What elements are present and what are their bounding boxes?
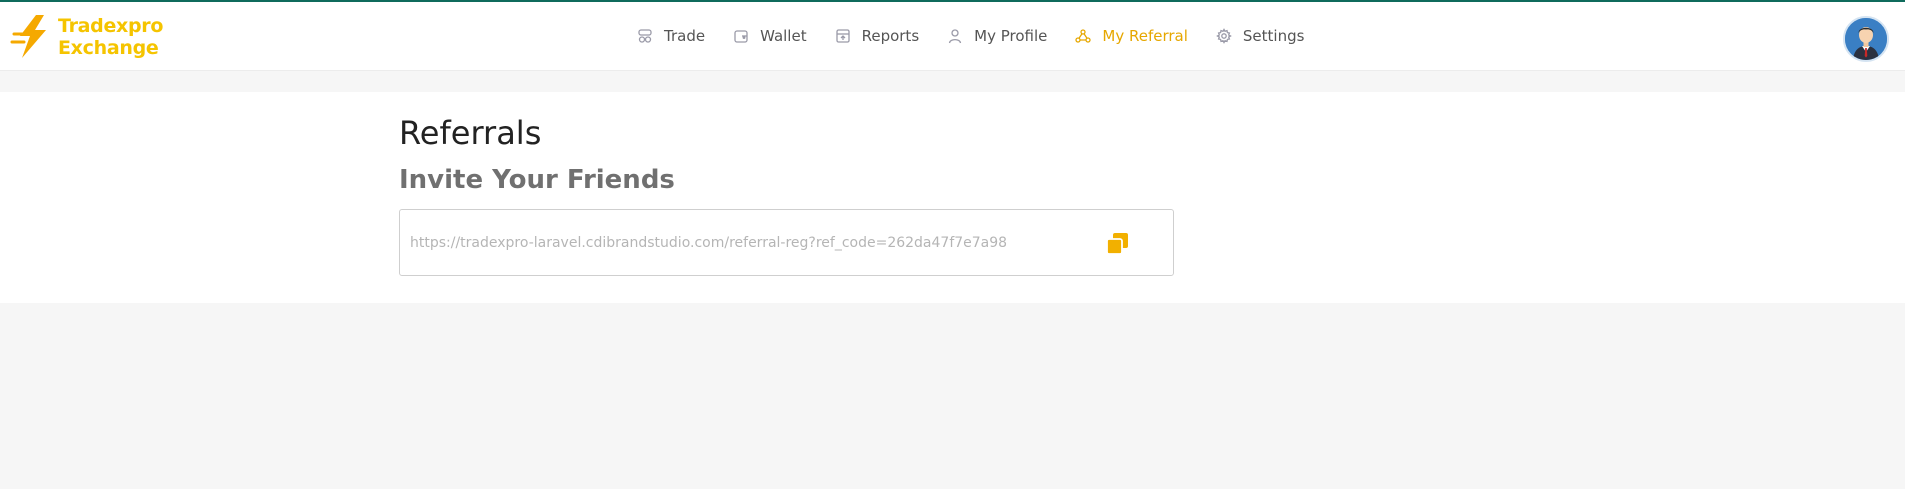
trade-icon: [636, 27, 654, 45]
user-icon: [946, 27, 964, 45]
nav-item-my-profile[interactable]: My Profile: [946, 27, 1047, 45]
nav-label-my-referral: My Referral: [1102, 27, 1188, 45]
nav-item-settings[interactable]: Settings: [1215, 27, 1305, 45]
reports-icon: [834, 27, 852, 45]
nav-label-reports: Reports: [861, 27, 920, 45]
referral-link-box: [399, 209, 1174, 276]
page-title: Referrals: [399, 114, 542, 152]
top-navbar: Tradexpro Exchange Trade Wallet Reports …: [0, 2, 1905, 71]
nav-label-my-profile: My Profile: [974, 27, 1048, 45]
wallet-icon: [732, 27, 750, 45]
nav-label-wallet: Wallet: [760, 27, 807, 45]
copy-link-button[interactable]: [1106, 232, 1130, 256]
main-menu: Trade Wallet Reports My Profile My Refer…: [636, 2, 1331, 70]
brand-logo[interactable]: Tradexpro Exchange: [10, 12, 163, 62]
nav-label-trade: Trade: [664, 27, 706, 45]
gear-icon: [1215, 27, 1233, 45]
referrals-panel: Referrals Invite Your Friends: [0, 92, 1905, 303]
brand-name-line1: Tradexpro: [58, 15, 164, 37]
user-avatar-button[interactable]: [1843, 16, 1889, 62]
copy-icon: [1106, 233, 1128, 255]
nav-item-my-referral[interactable]: My Referral: [1074, 27, 1188, 45]
nav-item-reports[interactable]: Reports: [834, 27, 920, 45]
brand-name: Tradexpro Exchange: [58, 15, 163, 59]
lightning-logo-icon: [10, 15, 46, 58]
referral-icon: [1074, 27, 1092, 45]
avatar-icon: [1845, 18, 1887, 60]
brand-name-line2: Exchange: [58, 37, 159, 59]
referral-link-input[interactable]: [410, 232, 1090, 254]
nav-item-trade[interactable]: Trade: [636, 27, 705, 45]
nav-label-settings: Settings: [1242, 27, 1305, 45]
nav-item-wallet[interactable]: Wallet: [732, 27, 807, 45]
section-title: Invite Your Friends: [399, 165, 675, 195]
